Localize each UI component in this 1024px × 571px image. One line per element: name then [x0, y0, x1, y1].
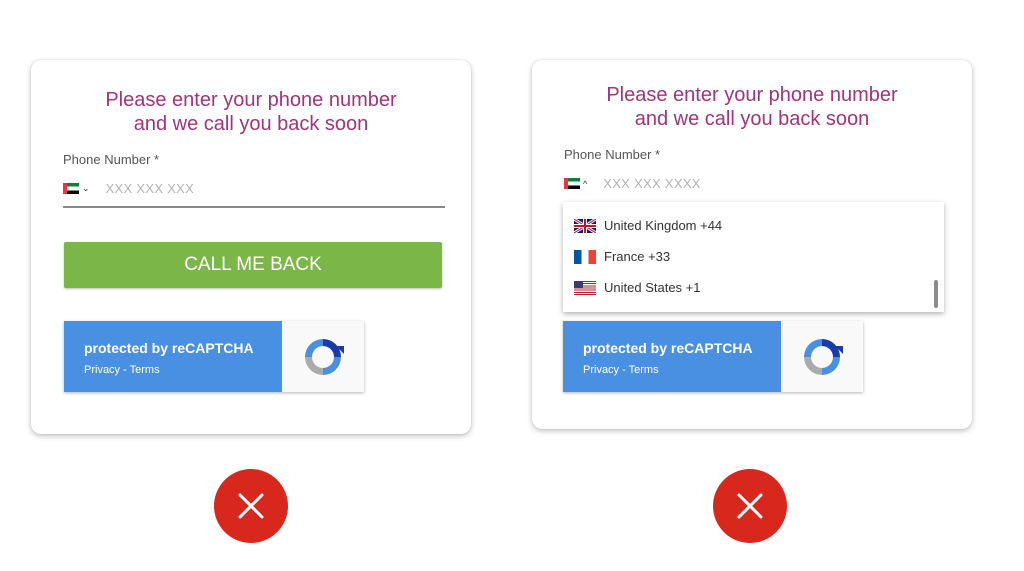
recaptcha-links[interactable]: Privacy - Terms	[84, 364, 160, 376]
country-dropdown[interactable]: United Kingdom +44 France +33 United Sta…	[563, 202, 944, 312]
uae-flag-icon	[63, 183, 79, 194]
phone-number-label: Phone Number *	[63, 152, 160, 167]
country-selector[interactable]: ^	[564, 178, 587, 189]
dropdown-scrollbar[interactable]	[934, 280, 938, 308]
heading-line-2: and we call you back soon	[634, 108, 870, 130]
us-flag-icon	[574, 280, 596, 295]
phone-number-label: Phone Number *	[564, 147, 661, 162]
card-heading: Please enter your phone number and we ca…	[31, 88, 471, 136]
recaptcha-title: protected by reCAPTCHA	[583, 340, 753, 356]
card-heading: Please enter your phone number and we ca…	[532, 83, 972, 131]
recaptcha-logo-icon	[282, 321, 364, 392]
country-selector[interactable]: ⌄	[63, 183, 90, 194]
recaptcha-info: protected by reCAPTCHA Privacy - Terms	[563, 321, 781, 392]
input-underline	[63, 206, 445, 208]
phone-input[interactable]: XXX XXX XXXX	[603, 176, 701, 191]
uk-flag-icon	[574, 218, 596, 233]
country-option-uk[interactable]: United Kingdom +44	[574, 218, 722, 233]
country-option-fr[interactable]: France +33	[574, 249, 670, 264]
heading-line-1: Please enter your phone number	[105, 89, 397, 111]
chevron-up-icon: ^	[583, 178, 588, 189]
country-option-us[interactable]: United States +1	[574, 280, 700, 295]
close-icon	[214, 469, 288, 543]
phone-callback-card-left: Please enter your phone number and we ca…	[31, 60, 471, 434]
recaptcha-badge[interactable]: protected by reCAPTCHA Privacy - Terms	[64, 321, 364, 392]
heading-line-2: and we call you back soon	[133, 113, 369, 135]
phone-input-row[interactable]: ⌄ XXX XXX XXX	[63, 181, 194, 196]
heading-line-1: Please enter your phone number	[606, 84, 898, 106]
uae-flag-icon	[564, 178, 580, 189]
recaptcha-badge[interactable]: protected by reCAPTCHA Privacy - Terms	[563, 321, 863, 392]
recaptcha-info: protected by reCAPTCHA Privacy - Terms	[64, 321, 282, 392]
phone-input-row[interactable]: ^ XXX XXX XXXX	[564, 176, 701, 191]
country-option-label: United Kingdom +44	[604, 218, 723, 233]
close-icon	[713, 469, 787, 543]
chevron-down-icon: ⌄	[82, 183, 90, 193]
phone-input[interactable]: XXX XXX XXX	[106, 181, 195, 196]
recaptcha-logo-icon	[781, 321, 863, 392]
france-flag-icon	[574, 249, 596, 264]
recaptcha-title: protected by reCAPTCHA	[84, 340, 254, 356]
country-option-label: France +33	[604, 249, 671, 264]
country-option-label: United States +1	[604, 280, 701, 295]
recaptcha-links[interactable]: Privacy - Terms	[583, 364, 659, 376]
call-me-back-button[interactable]: CALL ME BACK	[64, 242, 442, 288]
